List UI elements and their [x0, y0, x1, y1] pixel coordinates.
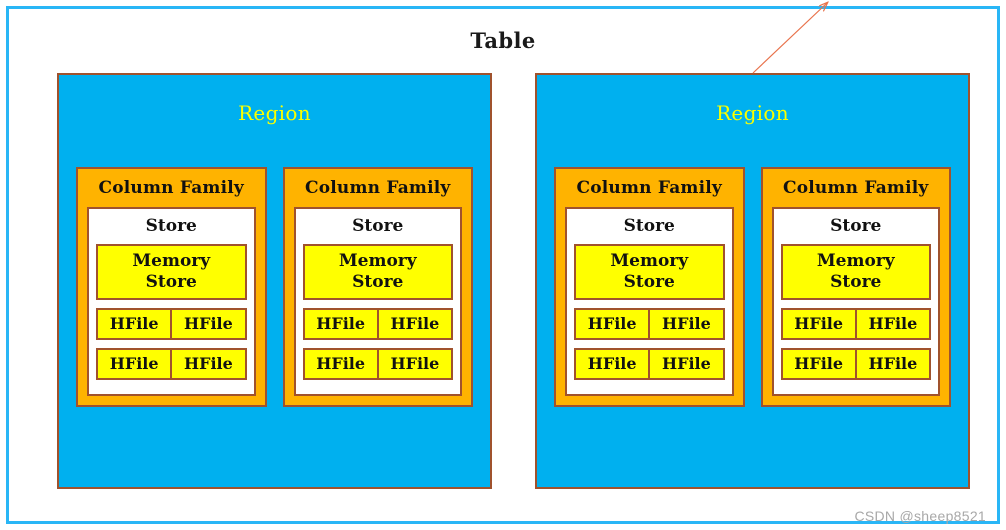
memory-store-label-line2-1-1: Store — [145, 271, 197, 292]
memory-store-label-line2-2-1: Store — [623, 271, 675, 292]
hfile-row-1-1-1: HFile HFile — [96, 308, 247, 341]
hfile-cell: HFile — [170, 350, 244, 379]
hfile-cell: HFile — [587, 314, 637, 334]
diagram-canvas: Table Region Column Family Store Memory … — [0, 0, 1006, 530]
column-family-label-2-2: Column Family — [783, 178, 929, 198]
memory-store-box-1-2: Memory Store — [302, 244, 453, 301]
memory-store-label-line1-1-2: Memory — [338, 251, 417, 271]
memory-store-label-line2-1-2: Store — [352, 271, 404, 292]
hfile-cell: HFile — [854, 350, 929, 379]
hfile-cell: HFile — [316, 354, 366, 374]
store-label-1-2: Store — [352, 216, 404, 236]
hfile-row-1-2-1: HFile HFile — [302, 308, 453, 341]
column-family-box-2-2: Column Family Store Memory Store HFile H… — [760, 167, 951, 408]
memory-store-label-line2-2-2: Store — [830, 271, 882, 292]
store-box-1-1: Store Memory Store HFile HFile HFile HFi… — [87, 207, 256, 397]
hfile-cell: HFile — [587, 354, 637, 374]
hfile-row-1-1-2: HFile HFile — [96, 348, 247, 381]
hfile-row-2-2-1: HFile HFile — [780, 308, 931, 341]
column-family-label-2-1: Column Family — [576, 178, 722, 198]
store-label-2-1: Store — [623, 216, 675, 236]
hfile-row-2-1-2: HFile HFile — [574, 348, 725, 381]
column-family-row-1: Column Family Store Memory Store HFile H… — [76, 167, 473, 408]
memory-store-label-line1-1-1: Memory — [132, 251, 211, 271]
hfile-cell: HFile — [109, 354, 159, 374]
hfile-row-2-1-1: HFile HFile — [574, 308, 725, 341]
hfile-row-2-2-2: HFile HFile — [780, 348, 931, 381]
memory-store-box-2-2: Memory Store — [780, 244, 931, 301]
hfile-cell: HFile — [794, 354, 844, 374]
hfile-cell: HFile — [376, 350, 451, 379]
hfile-cell: HFile — [109, 314, 159, 334]
watermark: CSDN @sheep8521 — [854, 508, 986, 524]
column-family-box-1-1: Column Family Store Memory Store HFile H… — [76, 167, 267, 408]
memory-store-box-2-1: Memory Store — [574, 244, 725, 301]
column-family-box-1-2: Column Family Store Memory Store HFile H… — [282, 167, 473, 408]
region-label-2: Region — [716, 101, 789, 125]
region-box-1: Region Column Family Store Memory Store … — [57, 73, 492, 489]
hfile-cell: HFile — [316, 314, 366, 334]
column-family-label-1-1: Column Family — [98, 178, 244, 198]
page-title: Table — [470, 28, 536, 53]
hfile-cell: HFile — [648, 310, 722, 339]
store-box-2-1: Store Memory Store HFile HFile HFile HFi… — [565, 207, 734, 397]
hfile-cell: HFile — [648, 350, 722, 379]
column-family-box-2-1: Column Family Store Memory Store HFile H… — [554, 167, 745, 408]
region-label-1: Region — [238, 101, 311, 125]
hfile-cell: HFile — [794, 314, 844, 334]
hfile-cell: HFile — [854, 310, 929, 339]
store-box-1-2: Store Memory Store HFile HFile HFile HFi… — [293, 207, 462, 397]
hfile-cell: HFile — [170, 310, 244, 339]
hfile-cell: HFile — [376, 310, 451, 339]
column-family-label-1-2: Column Family — [305, 178, 451, 198]
memory-store-label-line1-2-2: Memory — [816, 251, 895, 271]
memory-store-label-line1-2-1: Memory — [610, 251, 689, 271]
store-label-1-1: Store — [145, 216, 197, 236]
hfile-row-1-2-2: HFile HFile — [302, 348, 453, 381]
store-label-2-2: Store — [830, 216, 882, 236]
region-box-2: Region Column Family Store Memory Store … — [535, 73, 970, 489]
memory-store-box-1-1: Memory Store — [96, 244, 247, 301]
column-family-row-2: Column Family Store Memory Store HFile H… — [554, 167, 951, 408]
store-box-2-2: Store Memory Store HFile HFile HFile HFi… — [771, 207, 940, 397]
